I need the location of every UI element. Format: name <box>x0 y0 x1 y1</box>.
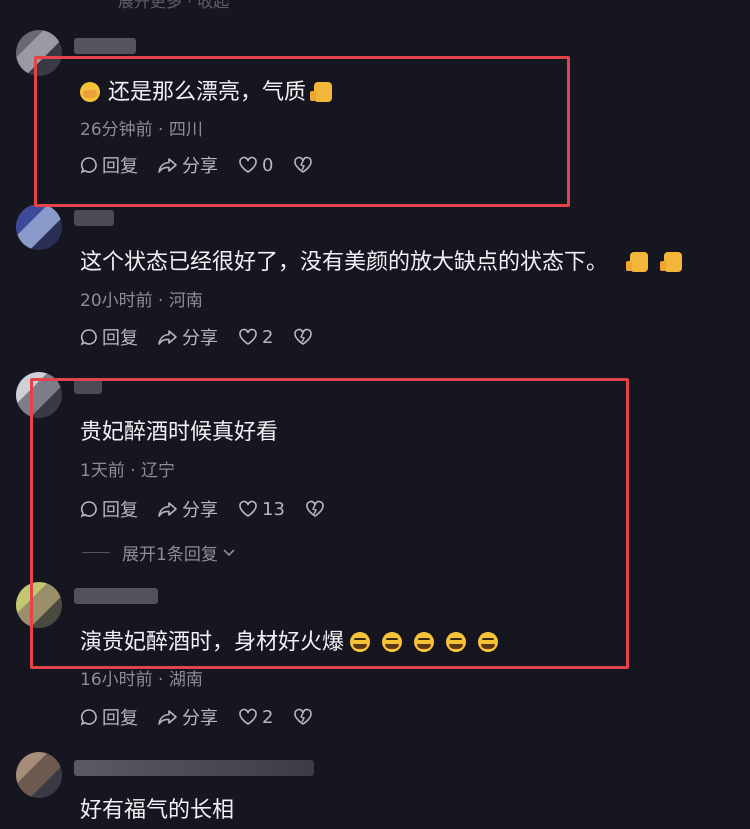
avatar[interactable] <box>16 204 62 250</box>
like-button[interactable]: 2 <box>238 707 273 728</box>
reply-button[interactable]: 回复 <box>80 704 138 730</box>
avatar[interactable] <box>16 752 62 798</box>
broken-heart-icon <box>294 708 313 725</box>
heart-icon <box>239 708 257 725</box>
heart-icon <box>239 328 257 345</box>
like-button[interactable]: 2 <box>238 327 273 348</box>
broken-heart-icon <box>294 328 313 345</box>
share-button[interactable]: 分享 <box>158 324 218 350</box>
thumbs-up-icon <box>626 252 649 272</box>
thumbs-up-icon <box>660 252 683 272</box>
share-arrow-icon <box>158 330 177 345</box>
share-button[interactable]: 分享 <box>158 704 218 730</box>
chat-bubble-icon <box>80 329 97 346</box>
dislike-button[interactable] <box>293 328 317 346</box>
username-blurred[interactable] <box>74 38 136 54</box>
comment-text: 这个状态已经很好了，没有美颜的放大缺点的状态下。 <box>80 244 683 276</box>
username-blurred[interactable] <box>74 760 314 776</box>
dislike-button[interactable] <box>293 708 317 726</box>
username-blurred[interactable] <box>74 210 114 226</box>
chat-bubble-icon <box>80 709 97 726</box>
highlight-box <box>34 56 570 207</box>
collapsed-thread-toggle[interactable]: 展开更多 · 收起 <box>118 0 229 12</box>
comment-actions: 回复 分享 2 <box>80 704 337 730</box>
highlight-box <box>30 378 629 669</box>
share-arrow-icon <box>158 710 177 725</box>
reply-button[interactable]: 回复 <box>80 324 138 350</box>
comment-meta: 20小时前 · 河南 <box>80 291 203 311</box>
comment-text: 好有福气的长相 <box>80 798 235 823</box>
comment-actions: 回复 分享 2 <box>80 324 337 350</box>
